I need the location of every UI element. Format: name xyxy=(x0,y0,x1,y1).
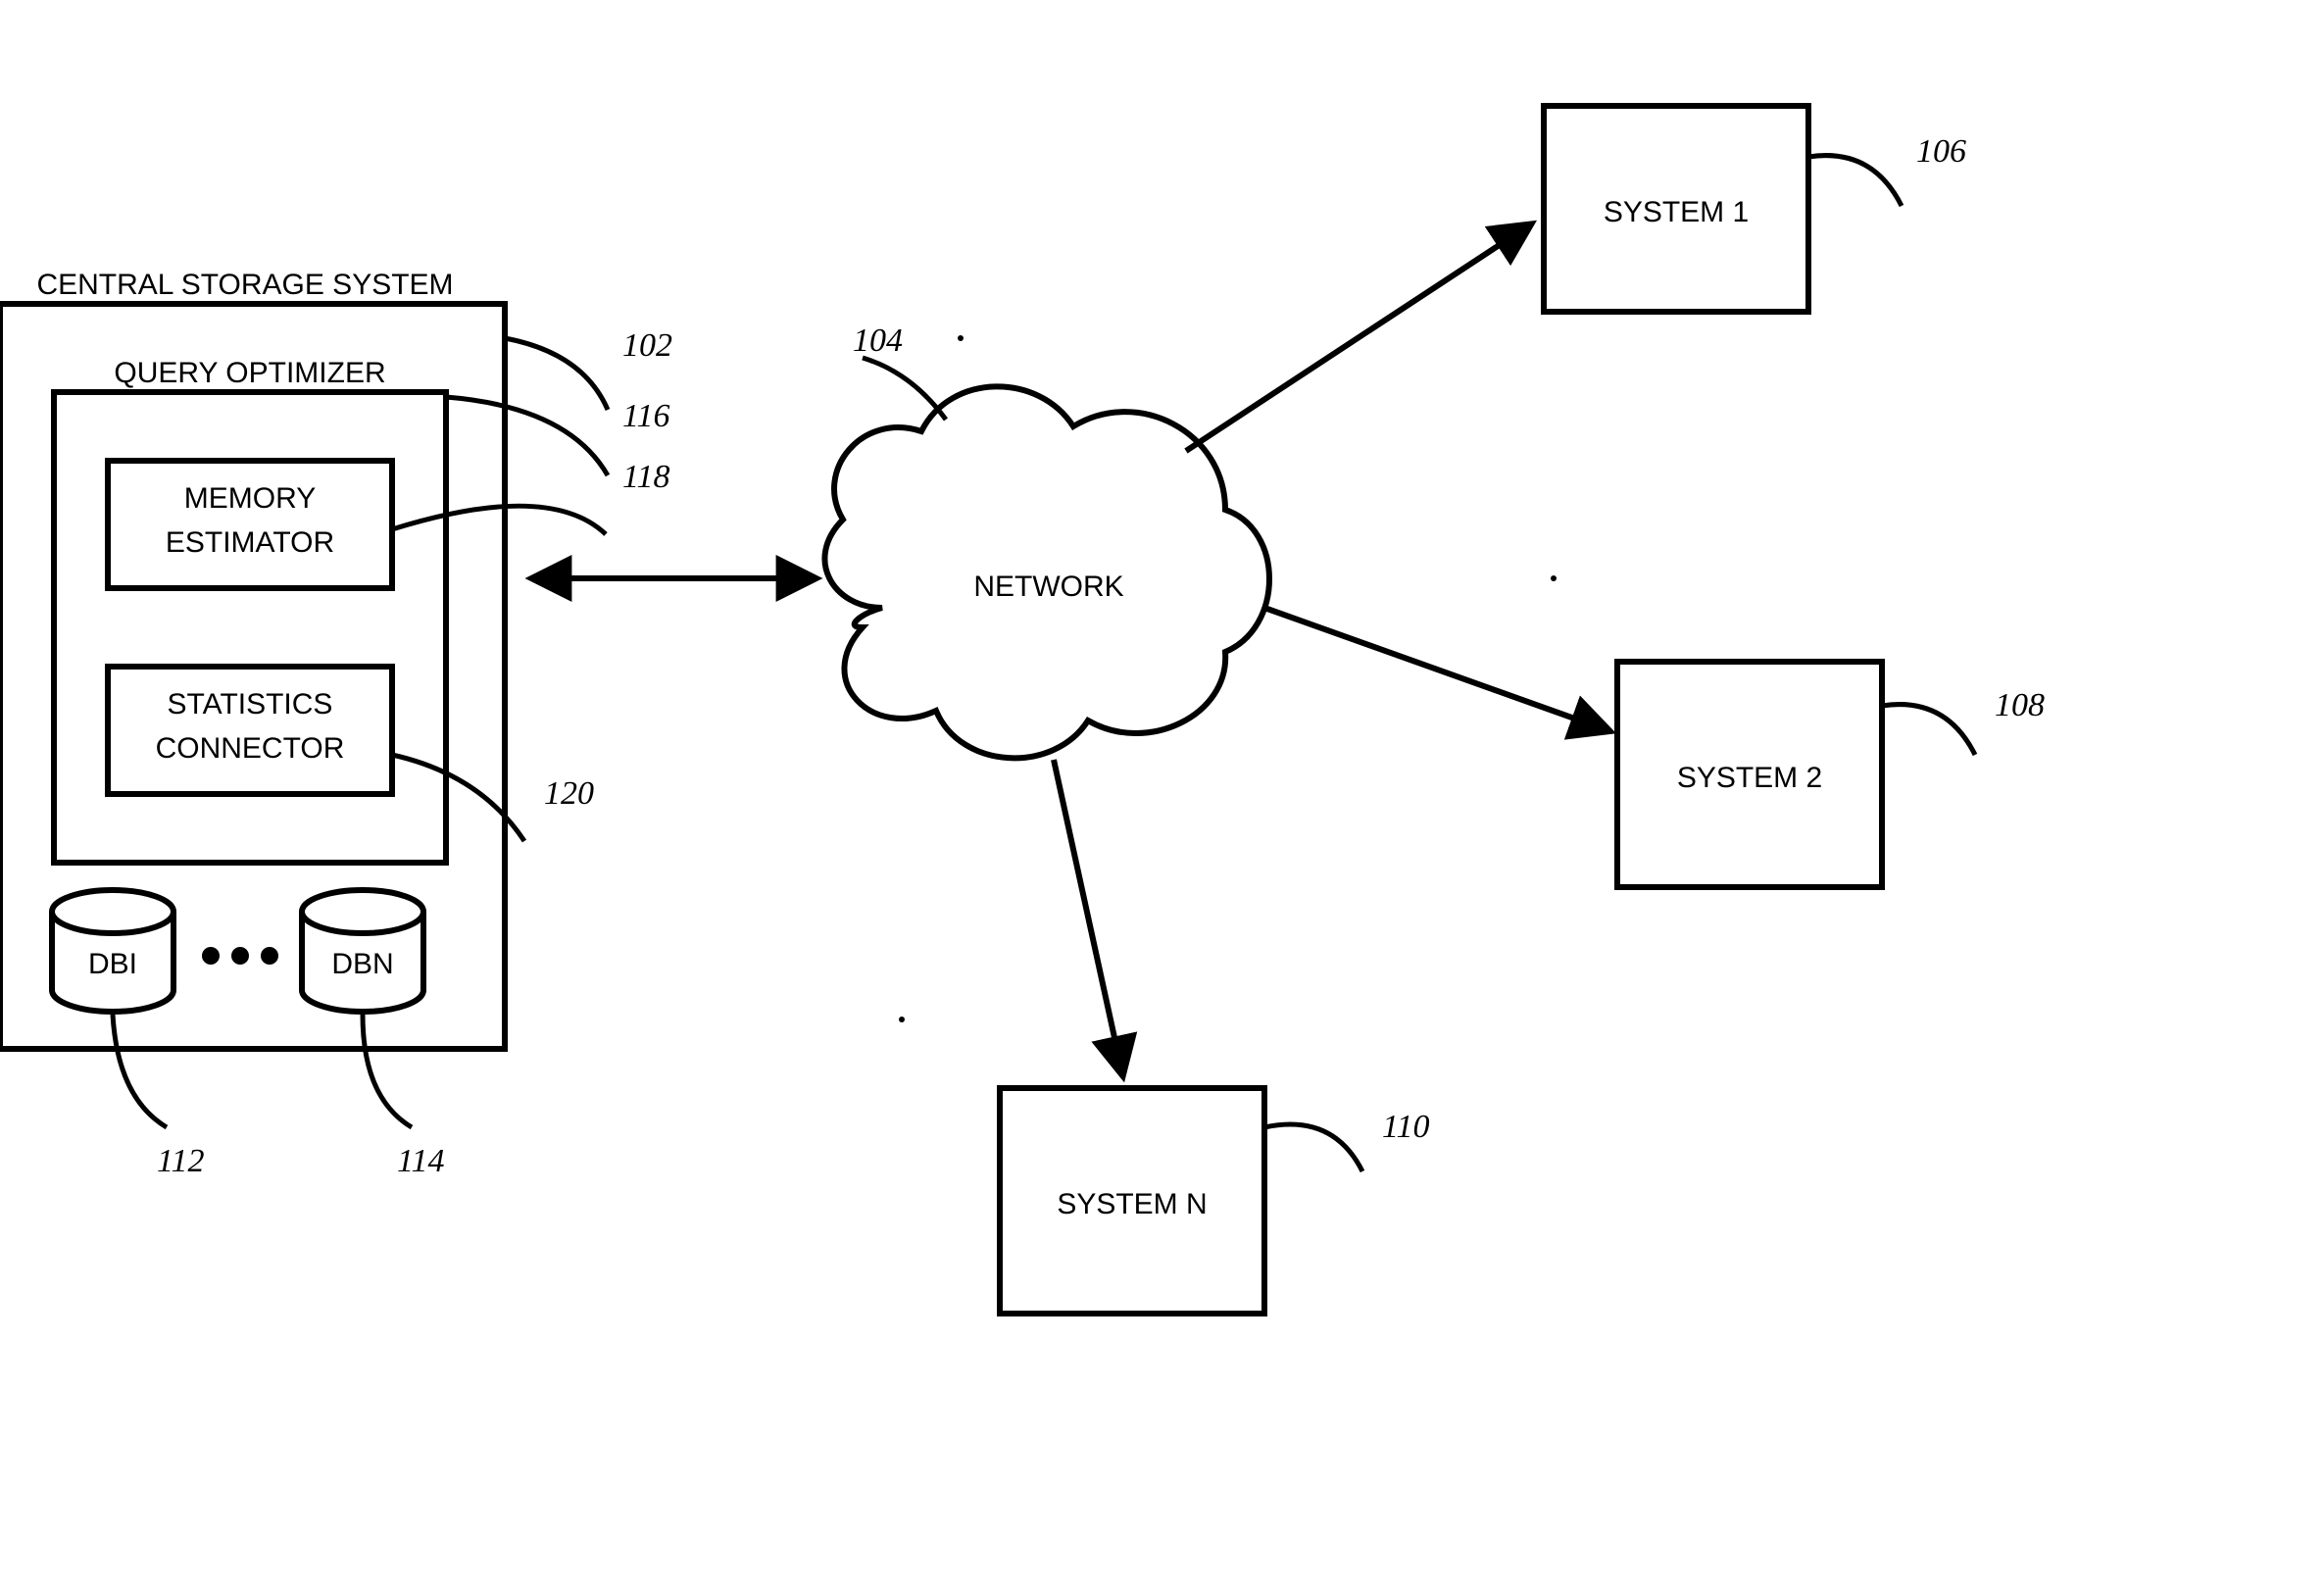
system2-label: SYSTEM 2 xyxy=(1677,762,1822,794)
system1-label: SYSTEM 1 xyxy=(1604,196,1749,228)
link-network-system1 xyxy=(1186,225,1529,451)
statistics-connector-label1: STATISTICS xyxy=(168,688,333,720)
link-network-systemN xyxy=(1054,760,1122,1073)
diagram-root: CENTRAL STORAGE SYSTEM QUERY OPTIMIZER M… xyxy=(0,0,2324,1589)
dbn-cylinder: DBN xyxy=(302,890,423,1012)
ref-120: 120 xyxy=(544,775,594,812)
leader-110 xyxy=(1264,1124,1362,1171)
db1-cylinder: DBI xyxy=(52,890,173,1012)
link-network-system2 xyxy=(1264,608,1607,730)
db-ellipsis-icon xyxy=(202,947,278,965)
ref-112: 112 xyxy=(157,1143,204,1179)
system-2: SYSTEM 2 xyxy=(1617,662,1882,887)
db1-label: DBI xyxy=(88,948,137,980)
memory-estimator-label1: MEMORY xyxy=(184,482,316,515)
statistics-connector: STATISTICS CONNECTOR xyxy=(108,667,392,794)
leader-106 xyxy=(1808,156,1902,206)
memory-estimator: MEMORY ESTIMATOR xyxy=(108,461,392,588)
ref-102: 102 xyxy=(622,327,672,364)
stray-dot xyxy=(899,1017,905,1022)
leader-116 xyxy=(446,397,608,475)
leader-112 xyxy=(113,1015,167,1127)
stray-dot xyxy=(958,335,964,341)
ref-114: 114 xyxy=(397,1143,444,1179)
central-storage-system: CENTRAL STORAGE SYSTEM QUERY OPTIMIZER M… xyxy=(0,269,505,1049)
leader-118 xyxy=(392,506,606,534)
ref-116: 116 xyxy=(622,398,669,434)
leader-102 xyxy=(505,338,608,410)
memory-estimator-label2: ESTIMATOR xyxy=(166,526,334,559)
systemN-label: SYSTEM N xyxy=(1057,1188,1207,1220)
query-optimizer: QUERY OPTIMIZER MEMORY ESTIMATOR STATIST… xyxy=(54,357,446,863)
system-1: SYSTEM 1 xyxy=(1544,106,1808,312)
dbn-label: DBN xyxy=(331,948,393,980)
network-label: NETWORK xyxy=(973,571,1123,603)
leader-108 xyxy=(1882,705,1975,755)
ref-106: 106 xyxy=(1916,133,1966,170)
leader-114 xyxy=(363,1015,412,1127)
stray-dot xyxy=(1551,575,1557,581)
ref-118: 118 xyxy=(622,459,669,495)
system-n: SYSTEM N xyxy=(1000,1088,1264,1314)
ref-108: 108 xyxy=(1995,687,2045,723)
ref-104: 104 xyxy=(853,323,903,359)
central-storage-title: CENTRAL STORAGE SYSTEM xyxy=(36,269,453,301)
statistics-connector-label2: CONNECTOR xyxy=(156,732,345,765)
query-optimizer-title: QUERY OPTIMIZER xyxy=(114,357,385,389)
ref-110: 110 xyxy=(1382,1109,1429,1145)
